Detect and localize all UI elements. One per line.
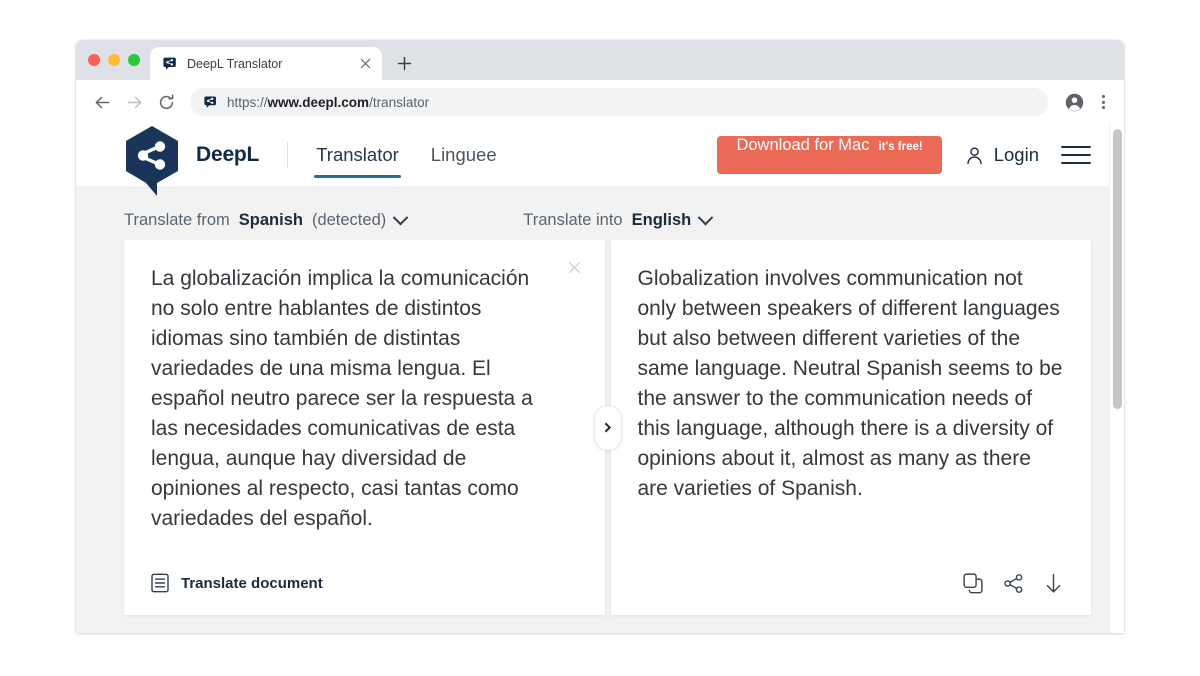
page-viewport: DeepL Translator Linguee Download for Ma… bbox=[76, 124, 1124, 633]
translation-panels: La globalización implica la comunicación… bbox=[124, 240, 1091, 615]
translator-body: Translate from Spanish (detected) Transl… bbox=[76, 186, 1124, 633]
download-for-mac-button[interactable]: Download for Mac it's free! bbox=[717, 136, 942, 174]
header-divider bbox=[287, 142, 289, 168]
share-button[interactable] bbox=[1003, 573, 1024, 594]
url-scheme: https:// bbox=[227, 94, 268, 110]
reload-button[interactable] bbox=[152, 88, 180, 116]
browser-toolbar: https://www.deepl.com/translator bbox=[76, 80, 1124, 124]
account-circle-icon bbox=[1065, 93, 1083, 111]
main-nav: Translator Linguee bbox=[314, 124, 498, 186]
download-icon bbox=[1046, 573, 1061, 593]
source-panel-footer: Translate document bbox=[124, 551, 605, 615]
target-panel: Globalization involves communication not… bbox=[610, 240, 1092, 615]
download-cta-sublabel: it's free! bbox=[878, 141, 923, 153]
page-scrollbar[interactable] bbox=[1109, 124, 1124, 633]
forward-button[interactable] bbox=[120, 88, 148, 116]
url-path: /translator bbox=[369, 94, 430, 110]
source-language-name: Spanish bbox=[238, 211, 303, 229]
deepl-logo-icon[interactable] bbox=[124, 126, 180, 198]
source-language-selector[interactable]: Translate from Spanish (detected) bbox=[124, 209, 409, 230]
address-bar-url: https://www.deepl.com/translator bbox=[227, 95, 429, 110]
window-traffic-lights bbox=[86, 40, 150, 80]
download-cta-label: Download for Mac bbox=[736, 136, 870, 154]
profile-button[interactable] bbox=[1060, 88, 1088, 116]
header-actions: Download for Mac it's free! Login bbox=[717, 136, 1091, 174]
share-icon bbox=[1004, 573, 1023, 593]
translate-document-label: Translate document bbox=[181, 574, 323, 592]
arrow-right-icon bbox=[127, 96, 141, 108]
translate-document-button[interactable]: Translate document bbox=[151, 573, 323, 593]
browser-tab[interactable]: DeepL Translator bbox=[150, 47, 382, 80]
browser-menu-button[interactable] bbox=[1092, 88, 1114, 116]
source-panel: La globalización implica la comunicación… bbox=[124, 240, 605, 615]
document-icon bbox=[151, 573, 169, 593]
source-lang-prefix: Translate from bbox=[124, 211, 230, 229]
browser-window: DeepL Translator https://www.deepl.com/t… bbox=[76, 40, 1124, 633]
chevron-down-icon bbox=[392, 209, 409, 226]
window-maximize-button[interactable] bbox=[128, 54, 140, 66]
nav-link-translator[interactable]: Translator bbox=[314, 124, 401, 186]
window-minimize-button[interactable] bbox=[108, 54, 120, 66]
deepl-favicon bbox=[163, 57, 176, 70]
browser-tab-title: DeepL Translator bbox=[187, 56, 283, 71]
download-button[interactable] bbox=[1043, 573, 1064, 594]
login-button[interactable]: Login bbox=[964, 144, 1039, 166]
language-bar: Translate from Spanish (detected) Transl… bbox=[124, 186, 1091, 240]
three-dot-menu-icon bbox=[1101, 95, 1105, 98]
reload-icon bbox=[159, 93, 173, 109]
arrow-left-icon bbox=[95, 96, 109, 108]
swap-languages-button[interactable] bbox=[594, 405, 621, 450]
close-icon bbox=[569, 261, 580, 273]
site-header: DeepL Translator Linguee Download for Ma… bbox=[76, 124, 1124, 196]
chevron-right-icon bbox=[601, 422, 612, 433]
target-text-area[interactable]: Globalization involves communication not… bbox=[611, 240, 1092, 551]
target-lang-prefix: Translate into bbox=[523, 211, 623, 229]
source-text-area[interactable]: La globalización implica la comunicación… bbox=[124, 240, 605, 551]
url-host: www.deepl.com bbox=[267, 94, 370, 110]
plus-icon bbox=[397, 56, 411, 70]
copy-button[interactable] bbox=[963, 572, 984, 594]
nav-link-linguee[interactable]: Linguee bbox=[429, 124, 499, 186]
copy-icon bbox=[963, 572, 983, 593]
target-panel-actions bbox=[963, 572, 1064, 594]
target-language-selector[interactable]: Translate into English bbox=[523, 209, 714, 230]
address-bar[interactable]: https://www.deepl.com/translator bbox=[190, 88, 1048, 116]
back-button[interactable] bbox=[88, 88, 116, 116]
source-language-detected-note: (detected) bbox=[311, 211, 387, 229]
hamburger-menu-icon[interactable] bbox=[1061, 143, 1091, 167]
login-label: Login bbox=[993, 144, 1039, 165]
window-close-button[interactable] bbox=[88, 54, 100, 66]
brand-name: DeepL bbox=[196, 143, 260, 166]
deepl-favicon bbox=[204, 96, 216, 108]
person-icon bbox=[967, 146, 982, 164]
target-language-name: English bbox=[631, 211, 692, 229]
new-tab-button[interactable] bbox=[390, 49, 418, 77]
browser-tab-strip: DeepL Translator bbox=[76, 40, 1124, 80]
chevron-down-icon bbox=[697, 209, 714, 226]
page-scrollbar-thumb[interactable] bbox=[1113, 129, 1122, 409]
tab-close-icon[interactable] bbox=[357, 56, 373, 72]
target-panel-footer bbox=[611, 551, 1092, 615]
clear-source-button[interactable] bbox=[563, 255, 587, 279]
